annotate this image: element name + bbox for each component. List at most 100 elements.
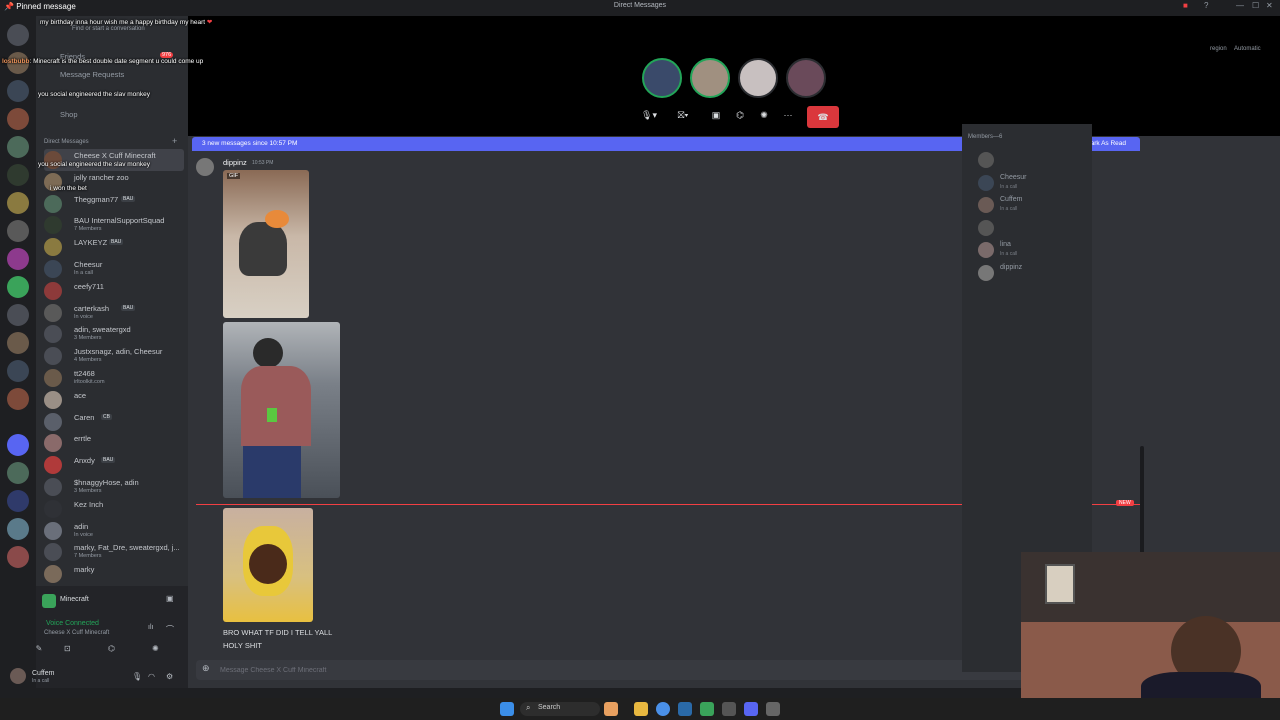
server-icon[interactable] [7, 164, 29, 186]
deafen-icon[interactable]: ◠ [148, 672, 155, 681]
activities-icon[interactable]: ⌬ [108, 644, 128, 653]
voice-connected-status[interactable]: Voice Connected [8, 620, 99, 627]
camera-off-icon[interactable]: ⛝▾ [668, 110, 698, 126]
widget-icon[interactable] [604, 702, 618, 716]
settings-gear-icon[interactable]: ⚙ [166, 672, 173, 681]
server-icon[interactable] [7, 360, 29, 382]
help-icon[interactable]: ? [1204, 1, 1208, 10]
dm-item[interactable]: Cheese X Cuff Minecraft [44, 149, 184, 171]
server-icon[interactable] [7, 462, 29, 484]
server-icon[interactable] [7, 220, 29, 242]
attach-plus-icon[interactable]: ⊕ [202, 663, 210, 674]
member-item[interactable] [978, 218, 1088, 238]
dm-item[interactable]: $hnaggyHose, adin 3 Members [44, 476, 184, 498]
image-attachment[interactable] [223, 508, 313, 622]
server-icon[interactable] [7, 490, 29, 512]
discord-home-icon[interactable] [7, 434, 29, 456]
discord-icon[interactable] [744, 702, 758, 716]
dm-item[interactable]: ace [44, 389, 184, 411]
dm-item[interactable]: tt2468 irltoolkit.com [44, 367, 184, 389]
server-icon[interactable] [7, 388, 29, 410]
start-icon[interactable] [500, 702, 514, 716]
member-item[interactable]: dippinz [978, 263, 1088, 283]
dm-item[interactable]: Kez Inch [44, 498, 184, 520]
avatar[interactable] [196, 158, 214, 176]
inbox-icon[interactable]: ■ [1183, 1, 1188, 10]
dm-item[interactable]: Justxsnagz, adin, Cheesur 4 Members [44, 345, 184, 367]
taskbar-search[interactable]: ⌕ Search [520, 702, 600, 716]
dm-item[interactable]: Theggman77 BAU [44, 193, 184, 215]
server-icon[interactable] [7, 518, 29, 540]
username[interactable]: Cuffem [32, 670, 54, 677]
dm-item[interactable]: adin In voice [44, 520, 184, 542]
find-conversation-input[interactable]: Find or start a conversation [72, 26, 145, 32]
message-input[interactable] [220, 663, 820, 677]
dm-item[interactable]: marky, Fat_Dre, sweatergxd, j... 7 Member… [44, 541, 184, 563]
call-participant-avatar[interactable] [690, 58, 730, 98]
dm-item[interactable]: Anxdy BAU [44, 454, 184, 476]
mute-icon[interactable]: 🎙 [132, 672, 142, 681]
app-icon[interactable] [766, 702, 780, 716]
soundboard-icon[interactable]: ✺ [152, 644, 172, 653]
dm-item[interactable]: jolly rancher zoo [44, 171, 184, 193]
add-dm-icon[interactable]: + [172, 136, 177, 146]
dm-item[interactable]: LAYKEYZ BAU [44, 236, 184, 258]
close-icon[interactable]: ✕ [1266, 1, 1273, 10]
call-participant-avatar[interactable] [642, 58, 682, 98]
app-icon[interactable] [722, 702, 736, 716]
member-item[interactable]: Cheesur In a call [978, 173, 1088, 193]
noise-suppression-icon[interactable]: ılı [148, 624, 153, 631]
server-icon[interactable] [7, 24, 29, 46]
member-item[interactable] [978, 150, 1088, 170]
camera-icon[interactable]: ✎ [24, 644, 54, 658]
minimize-icon[interactable]: — [1236, 1, 1244, 10]
chrome-icon[interactable] [656, 702, 670, 716]
server-icon[interactable] [7, 304, 29, 326]
more-icon[interactable]: ··· [780, 110, 796, 126]
message-author[interactable]: dippinz [223, 158, 247, 167]
server-icon[interactable] [7, 546, 29, 568]
maximize-icon[interactable]: ☐ [1252, 1, 1259, 10]
server-icon[interactable] [7, 136, 29, 158]
dm-item[interactable]: carterkash BAU In voice [44, 302, 184, 324]
server-icon[interactable] [7, 192, 29, 214]
dm-item[interactable]: adin, sweatergxd 3 Members [44, 323, 184, 345]
server-icon[interactable] [7, 276, 29, 298]
dm-item[interactable]: BAU InternalSupportSquad 7 Members [44, 214, 184, 236]
avatar[interactable] [10, 668, 26, 684]
dm-item[interactable]: errtle [44, 432, 184, 454]
dm-item[interactable]: ceefy711 [44, 280, 184, 302]
dm-item[interactable]: Cheesur In a call [44, 258, 184, 280]
image-attachment[interactable] [223, 322, 340, 498]
activity-icon[interactable]: ⌬ [732, 110, 748, 126]
gif-attachment[interactable]: GIF [223, 170, 309, 318]
server-icon[interactable] [7, 80, 29, 102]
server-icon[interactable] [7, 332, 29, 354]
screen-share-icon[interactable]: ▣ [708, 110, 724, 126]
dm-item[interactable]: Caren CB [44, 411, 184, 433]
disconnect-icon[interactable]: ⌒ [166, 624, 174, 635]
screen-share-icon[interactable]: ▣ [166, 594, 174, 603]
region-select[interactable]: Automatic [1234, 46, 1261, 52]
share-screen-icon[interactable]: ⊡ [64, 644, 84, 653]
call-participant-avatar[interactable] [786, 58, 826, 98]
soundboard-icon[interactable]: ✺ [756, 110, 772, 126]
voice-channel-name[interactable]: Minecraft [60, 596, 89, 603]
scrollbar[interactable] [1140, 446, 1144, 556]
call-participant-avatar[interactable] [738, 58, 778, 98]
shop-link[interactable]: Shop [60, 110, 78, 119]
avatar [44, 565, 62, 584]
file-explorer-icon[interactable] [634, 702, 648, 716]
friends-link[interactable]: Friends [60, 52, 85, 61]
server-icon[interactable] [7, 248, 29, 270]
member-item[interactable]: lina In a call [978, 240, 1088, 260]
app-icon[interactable] [700, 702, 714, 716]
server-icon[interactable] [7, 52, 29, 74]
server-icon[interactable] [7, 108, 29, 130]
dm-item[interactable]: marky [44, 563, 184, 585]
leave-call-button[interactable]: ☎ [807, 106, 839, 128]
message-requests-link[interactable]: Message Requests [60, 70, 124, 79]
microphone-icon[interactable]: 🎙▾ [634, 110, 664, 126]
member-item[interactable]: Cuffem In a call [978, 195, 1088, 215]
app-icon[interactable] [678, 702, 692, 716]
